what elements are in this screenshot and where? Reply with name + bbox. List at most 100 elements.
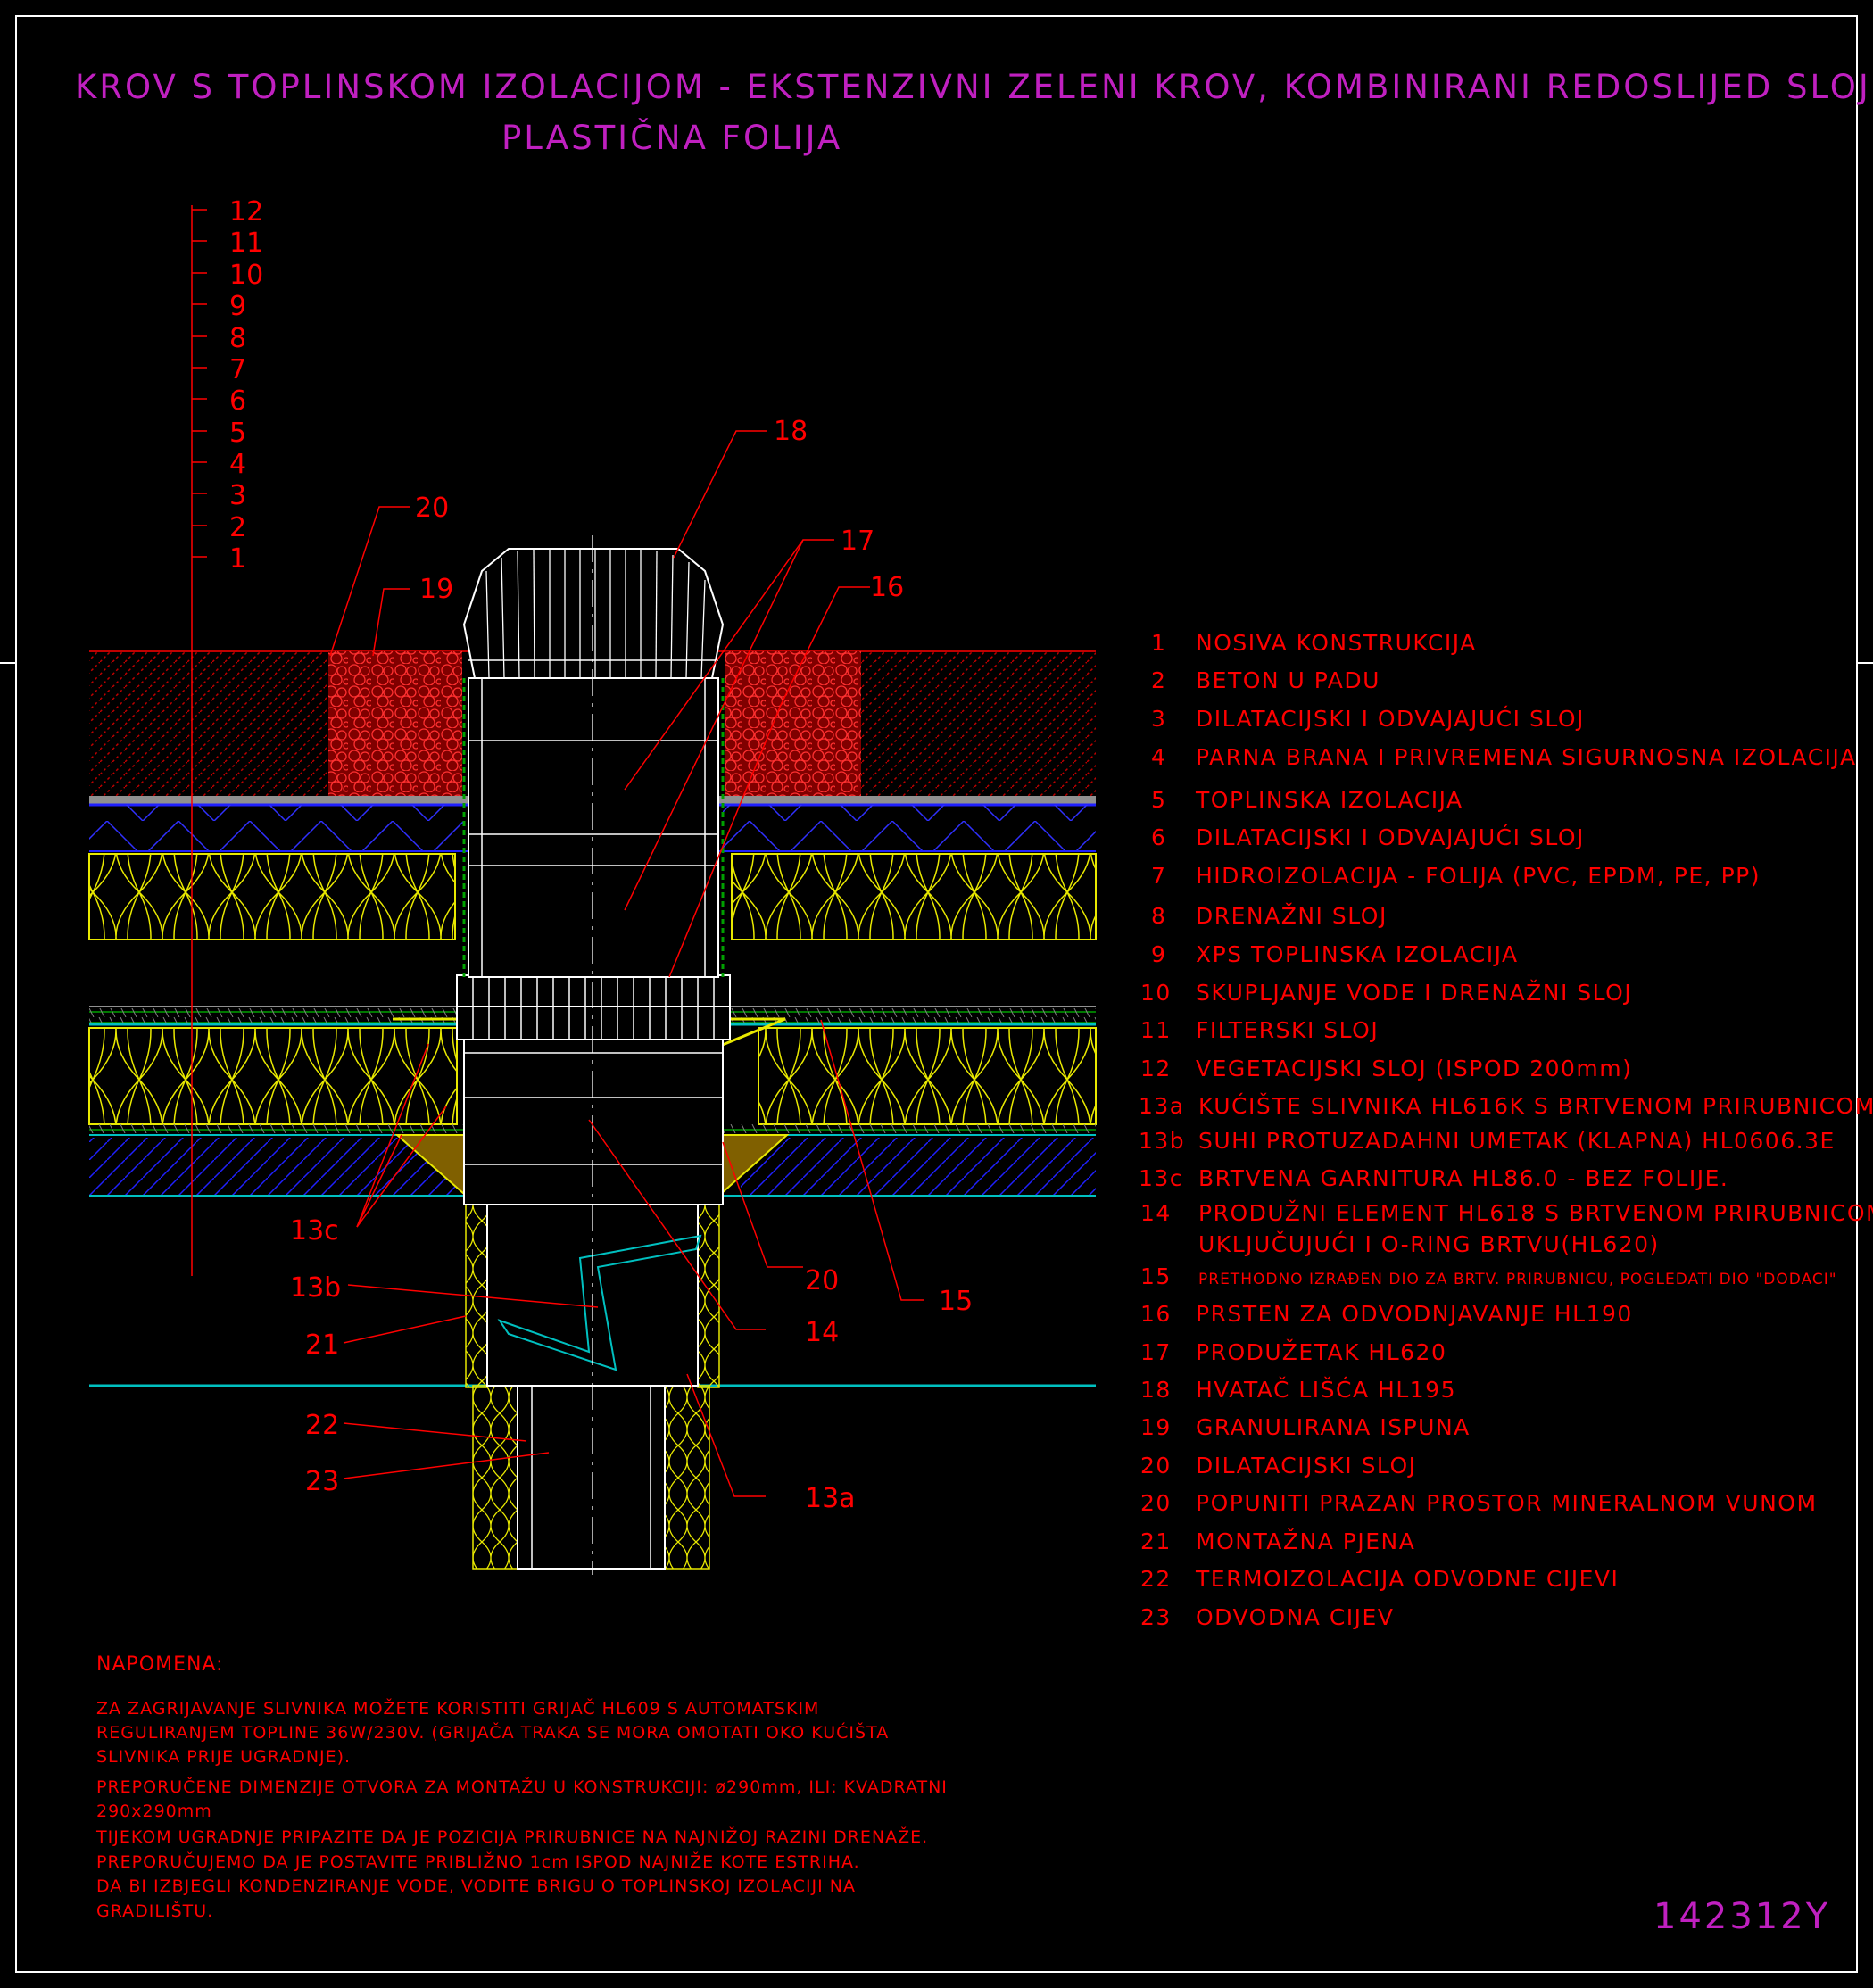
mounting-foam-left xyxy=(465,1199,488,1388)
legend-num: 22 xyxy=(1140,1566,1172,1592)
drainage-storage-left xyxy=(89,805,464,851)
callout-18: 18 xyxy=(774,416,808,447)
granular-fill-left xyxy=(328,651,462,800)
legend-text: DILATACIJSKI I ODVAJAJUĆI SLOJ xyxy=(1196,824,1585,850)
legend-text: GRANULIRANA ISPUNA xyxy=(1196,1414,1471,1440)
legend-num: 10 xyxy=(1140,980,1172,1006)
drainage-storage-right xyxy=(723,805,1096,851)
legend-text: SUHI PROTUZADAHNI UMETAK (KLAPNA) HL0606… xyxy=(1198,1128,1836,1154)
note-line: PREPORUČENE DIMENZIJE OTVORA ZA MONTAŽU … xyxy=(96,1776,948,1797)
legend-num: 2 xyxy=(1151,667,1166,693)
callout-19: 19 xyxy=(419,574,453,605)
scale-label: 7 xyxy=(229,354,246,385)
legend-num: 19 xyxy=(1140,1414,1172,1440)
vegetation-layer-right xyxy=(861,651,1096,800)
callout-20-bottom: 20 xyxy=(805,1265,839,1296)
drawing-title-line2: PLASTIČNA FOLIJA xyxy=(501,118,842,157)
legend-text: DRENAŽNI SLOJ xyxy=(1196,903,1388,929)
legend-num: 20 xyxy=(1140,1490,1172,1516)
legend-num: 5 xyxy=(1151,787,1166,813)
thermal-insulation-right xyxy=(758,1027,1097,1125)
scale-label: 10 xyxy=(229,260,263,291)
legend-num: 7 xyxy=(1151,863,1166,889)
legend-text: PARNA BRANA I PRIVREMENA SIGURNOSNA IZOL… xyxy=(1196,744,1857,770)
legend-text: XPS TOPLINSKA IZOLACIJA xyxy=(1196,941,1519,967)
legend-text: SKUPLJANJE VODE I DRENAŽNI SLOJ xyxy=(1196,980,1632,1006)
legend-num: 16 xyxy=(1140,1301,1172,1327)
legend-text: PRODUŽNI ELEMENT HL618 S BRTVENOM PRIRUB… xyxy=(1198,1200,1873,1226)
concrete-slope-right xyxy=(741,1138,1096,1196)
legend-text: NOSIVA KONSTRUKCIJA xyxy=(1196,630,1477,656)
scale-label: 8 xyxy=(229,323,246,354)
legend-text: BETON U PADU xyxy=(1196,667,1380,693)
legend-text: VEGETACIJSKI SLOJ (ISPOD 200mm) xyxy=(1196,1056,1632,1081)
layer-scale-ticks xyxy=(192,209,207,558)
legend-num: 3 xyxy=(1151,706,1166,732)
drawing-code: 142312Y xyxy=(1653,1896,1830,1937)
legend-text: HVATAČ LIŠĆA HL195 xyxy=(1196,1376,1456,1403)
scale-label: 6 xyxy=(229,385,246,417)
callout-14: 14 xyxy=(805,1317,839,1348)
legend-num: 13b xyxy=(1139,1128,1185,1154)
scale-label: 3 xyxy=(229,480,246,511)
note-line: 290x290mm xyxy=(96,1802,212,1821)
callout-23: 23 xyxy=(305,1466,339,1497)
note-line: TIJEKOM UGRADNJE PRIPAZITE DA JE POZICIJ… xyxy=(95,1826,928,1847)
scale-label: 4 xyxy=(229,449,246,480)
legend-num: 15 xyxy=(1140,1263,1172,1289)
legend-num: 20 xyxy=(1140,1453,1172,1479)
drawing-sheet: KROV S TOPLINSKOM IZOLACIJOM - EKSTENZIV… xyxy=(0,15,1873,1973)
scale-label: 12 xyxy=(229,196,263,228)
legend: 1 NOSIVA KONSTRUKCIJA 2 BETON U PADU 3 D… xyxy=(1139,630,1873,1630)
legend-num: 17 xyxy=(1140,1339,1172,1365)
xps-insulation-left xyxy=(88,853,456,940)
callout-13a: 13a xyxy=(805,1483,856,1514)
scale-label: 5 xyxy=(229,418,246,449)
legend-num: 11 xyxy=(1140,1017,1172,1043)
note-line: PREPORUČUJEMO DA JE POSTAVITE PRIBLIŽNO … xyxy=(96,1851,860,1872)
legend-text: DILATACIJSKI SLOJ xyxy=(1196,1453,1417,1479)
note-line: ZA ZAGRIJAVANJE SLIVNIKA MOŽETE KORISTIT… xyxy=(96,1697,819,1719)
note-line: SLIVNIKA PRIJE UGRADNJE). xyxy=(96,1747,351,1767)
legend-text: PRODUŽETAK HL620 xyxy=(1196,1339,1446,1365)
granular-fill-right xyxy=(725,651,861,800)
legend-num: 1 xyxy=(1151,630,1166,656)
legend-num: 6 xyxy=(1151,824,1166,850)
scale-label: 2 xyxy=(229,512,246,543)
xps-insulation-right xyxy=(731,853,1097,940)
legend-num: 13a xyxy=(1139,1093,1185,1119)
layer-scale-labels: 12 11 10 9 8 7 6 5 4 3 2 1 xyxy=(229,196,263,575)
vegetation-layer-left xyxy=(89,651,328,800)
legend-num: 9 xyxy=(1151,941,1166,967)
scale-label: 9 xyxy=(229,291,246,322)
legend-num: 21 xyxy=(1140,1528,1172,1554)
legend-text: POPUNITI PRAZAN PROSTOR MINERALNOM VUNOM xyxy=(1196,1490,1818,1516)
scale-label: 1 xyxy=(229,543,246,575)
legend-text: PRETHODNO IZRAĐEN DIO ZA BRTV. PRIRUBNIC… xyxy=(1198,1271,1837,1288)
legend-text: FILTERSKI SLOJ xyxy=(1196,1017,1379,1043)
legend-text: DILATACIJSKI I ODVAJAJUĆI SLOJ xyxy=(1196,705,1585,732)
legend-text: UKLJUČUJUĆI I O-RING BRTVU(HL620) xyxy=(1198,1230,1660,1257)
legend-num: 4 xyxy=(1151,744,1166,770)
note-line: GRADILIŠTU. xyxy=(96,1900,213,1921)
callout-22: 22 xyxy=(305,1410,339,1441)
note-line: DA BI IZBJEGLI KONDENZIRANJE VODE, VODIT… xyxy=(96,1876,856,1896)
legend-text: MONTAŽNA PJENA xyxy=(1196,1528,1415,1554)
scale-label: 11 xyxy=(229,228,263,259)
note-line: REGULIRANJEM TOPLINE 36W/230V. (GRIJAČA … xyxy=(96,1721,889,1743)
legend-text: PRSTEN ZA ODVODNJAVANJE HL190 xyxy=(1196,1301,1633,1327)
callout-16: 16 xyxy=(870,572,904,603)
legend-text: TOPLINSKA IZOLACIJA xyxy=(1195,787,1463,813)
callout-21: 21 xyxy=(305,1329,339,1361)
legend-text: KUĆIŠTE SLIVNIKA HL616K S BRTVENOM PRIRU… xyxy=(1198,1092,1873,1119)
mounting-foam-right xyxy=(697,1199,720,1388)
callout-13b: 13b xyxy=(290,1272,341,1304)
extension-element xyxy=(463,1034,724,1205)
drawing-title-line1: KROV S TOPLINSKOM IZOLACIJOM - EKSTENZIV… xyxy=(75,68,1873,106)
concrete-slope-left xyxy=(89,1138,464,1196)
legend-num: 13c xyxy=(1139,1165,1183,1191)
pipe-insulation-left xyxy=(472,1385,518,1570)
extension-hl620 xyxy=(468,677,719,978)
installation-note: NAPOMENA: ZA ZAGRIJAVANJE SLIVNIKA MOŽET… xyxy=(95,1653,948,1921)
legend-text: ODVODNA CIJEV xyxy=(1196,1604,1394,1630)
